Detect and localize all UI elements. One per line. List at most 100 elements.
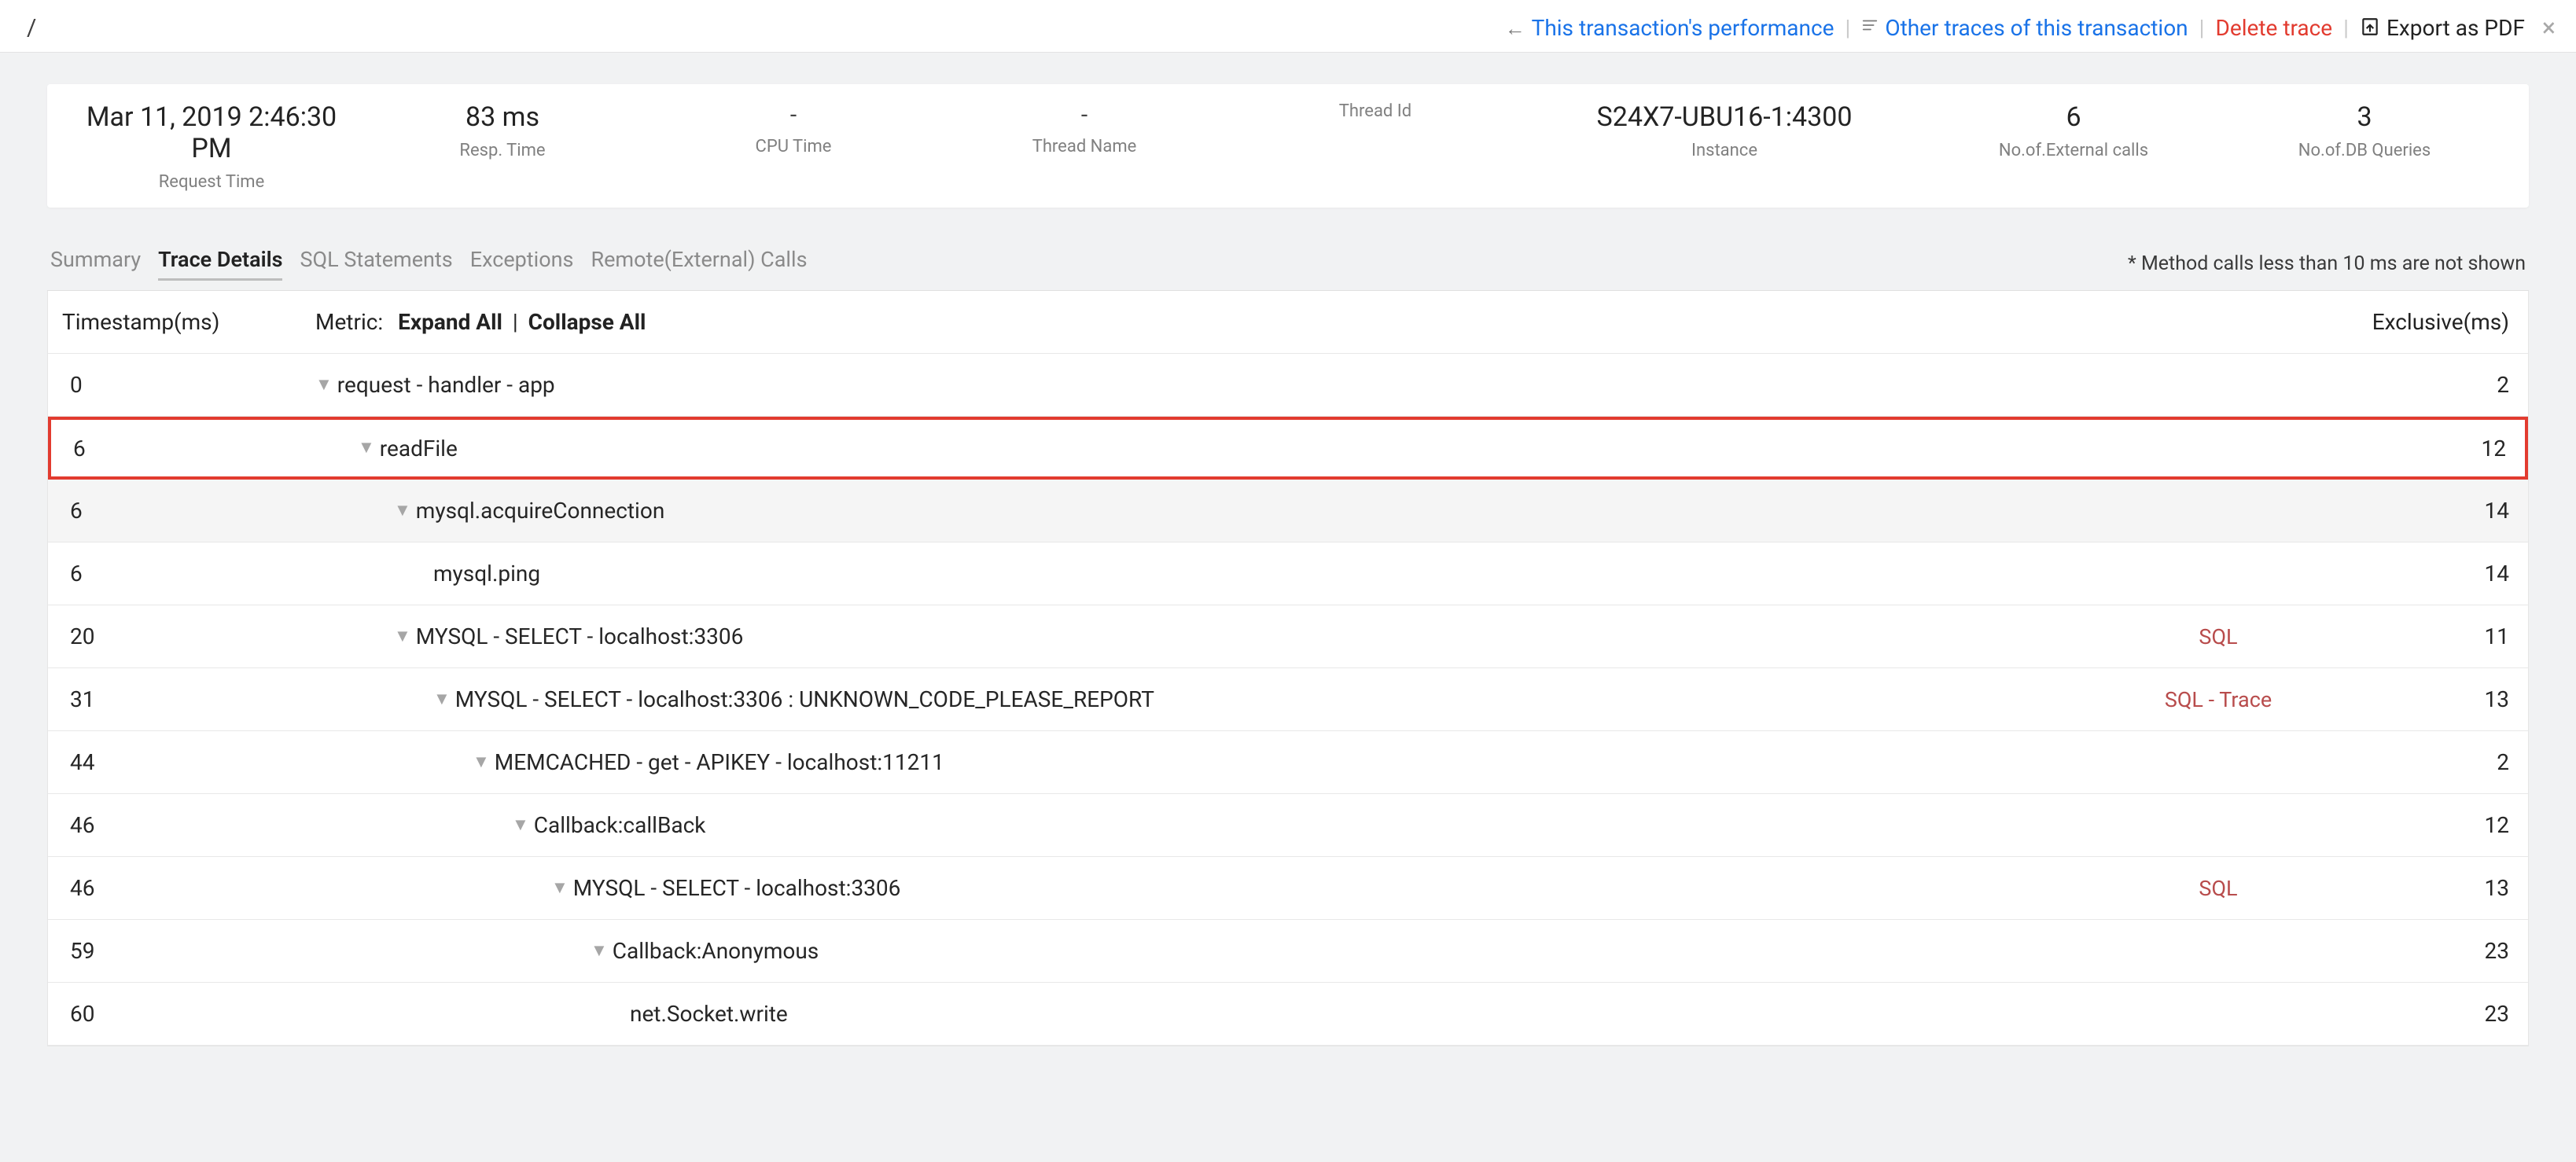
summary-label: No.of.External calls: [1928, 141, 2219, 160]
table-row[interactable]: 20▼MYSQL - SELECT - localhost:3306SQL11: [48, 605, 2528, 668]
collapse-toggle-icon[interactable]: ▼: [473, 752, 490, 772]
cell-tag[interactable]: SQL: [2085, 875, 2352, 901]
separator: |: [507, 309, 524, 335]
summary-external-calls: 6 No.of.External calls: [1928, 101, 2219, 192]
metric-text: readFile: [380, 436, 458, 461]
cell-timestamp: 60: [48, 1001, 315, 1027]
cell-metric: ▼MYSQL - SELECT - localhost:3306: [315, 623, 2085, 649]
collapse-toggle-icon[interactable]: ▼: [358, 437, 375, 458]
export-pdf-link[interactable]: Export as PDF: [2360, 14, 2525, 42]
cell-timestamp: 46: [48, 875, 315, 901]
cell-exclusive: 14: [2352, 498, 2509, 524]
delete-trace-link[interactable]: Delete trace: [2215, 15, 2332, 41]
metric-text: Callback:Anonymous: [613, 938, 819, 964]
cell-metric: ▼MEMCACHED - get - APIKEY - localhost:11…: [315, 749, 2085, 775]
collapse-toggle-icon[interactable]: ▼: [394, 626, 411, 646]
cell-tag[interactable]: SQL - Trace: [2085, 686, 2352, 712]
metric-label: Metric:: [315, 309, 383, 335]
tabs-note: * Method calls less than 10 ms are not s…: [2128, 252, 2526, 275]
metric-text: MYSQL - SELECT - localhost:3306 : UNKNOW…: [455, 686, 1154, 712]
cell-metric: ▼MYSQL - SELECT - localhost:3306: [315, 875, 2085, 901]
summary-thread-id: Thread Id: [1230, 101, 1521, 192]
summary-value: 83 ms: [357, 101, 648, 133]
metric-text: request - handler - app: [337, 372, 555, 398]
cell-exclusive: 13: [2352, 875, 2509, 901]
cell-metric: mysql.ping: [315, 561, 2085, 587]
cell-exclusive: 2: [2352, 749, 2509, 775]
tab-sql-statements[interactable]: SQL Statements: [300, 247, 452, 281]
table-row[interactable]: 44▼MEMCACHED - get - APIKEY - localhost:…: [48, 731, 2528, 794]
table-row[interactable]: 46▼Callback:callBack12: [48, 794, 2528, 857]
cell-tag[interactable]: SQL: [2085, 623, 2352, 649]
summary-value: S24X7-UBU16-1:4300: [1521, 101, 1928, 133]
cell-metric: net.Socket.write: [315, 1001, 2085, 1027]
collapse-all-button[interactable]: Collapse All: [528, 309, 646, 335]
breadcrumb: /: [27, 14, 36, 42]
separator: |: [2199, 15, 2205, 41]
cell-metric: ▼request - handler - app: [315, 372, 2085, 398]
table-row[interactable]: 46▼MYSQL - SELECT - localhost:3306 SQL 13: [48, 857, 2528, 920]
table-row[interactable]: 6▼mysql.acquireConnection14: [48, 480, 2528, 542]
cell-timestamp: 59: [48, 938, 315, 964]
header-timestamp: Timestamp(ms): [48, 309, 315, 335]
tab-trace-details[interactable]: Trace Details: [158, 247, 282, 281]
cell-timestamp: 6: [51, 436, 318, 461]
table-body: 0▼request - handler - app26▼readFile126▼…: [48, 354, 2528, 1046]
expand-all-button[interactable]: Expand All: [398, 309, 502, 335]
sql-link[interactable]: SQL: [2199, 876, 2237, 901]
cell-metric: ▼Callback:callBack: [315, 812, 2085, 838]
tab-remote-calls[interactable]: Remote(External) Calls: [591, 247, 807, 281]
table-row[interactable]: 6▼readFile12: [48, 417, 2528, 480]
cell-timestamp: 20: [48, 623, 315, 649]
metric-text: MYSQL - SELECT - localhost:3306: [416, 623, 744, 649]
collapse-toggle-icon[interactable]: ▼: [394, 500, 411, 520]
separator: |: [1845, 15, 1850, 41]
cell-timestamp: 0: [48, 372, 315, 398]
cell-timestamp: 44: [48, 749, 315, 775]
trace-table: Timestamp(ms) Metric: Expand All | Colla…: [47, 291, 2529, 1046]
content: Mar 11, 2019 2:46:30 PM Request Time 83 …: [0, 53, 2576, 1078]
sql-link[interactable]: SQL: [2199, 624, 2237, 649]
list-icon: [1861, 16, 1879, 39]
link-label: Other traces of this transaction: [1885, 15, 2188, 41]
link-label: Delete trace: [2215, 15, 2332, 41]
collapse-toggle-icon[interactable]: ▼: [591, 940, 608, 961]
summary-value: 3: [2219, 101, 2510, 133]
summary-value: Mar 11, 2019 2:46:30 PM: [66, 101, 357, 164]
cell-metric: ▼MYSQL - SELECT - localhost:3306 : UNKNO…: [315, 686, 2085, 712]
collapse-toggle-icon[interactable]: ▼: [315, 374, 333, 395]
summary-label: No.of.DB Queries: [2219, 141, 2510, 160]
collapse-toggle-icon[interactable]: ▼: [512, 815, 529, 835]
pdf-icon: [2360, 16, 2380, 43]
metric-text: MEMCACHED - get - APIKEY - localhost:112…: [495, 749, 944, 775]
collapse-toggle-icon[interactable]: ▼: [433, 689, 451, 709]
summary-thread-name: - Thread Name: [939, 101, 1230, 192]
other-traces-link[interactable]: Other traces of this transaction: [1861, 15, 2188, 41]
tab-exceptions[interactable]: Exceptions: [470, 247, 574, 281]
summary-db-queries: 3 No.of.DB Queries: [2219, 101, 2510, 192]
arrow-left-icon: ←: [1505, 17, 1525, 41]
cell-timestamp: 6: [48, 561, 315, 587]
tab-summary[interactable]: Summary: [50, 247, 141, 281]
collapse-toggle-icon[interactable]: ▼: [551, 877, 569, 898]
separator: |: [2343, 15, 2349, 41]
table-row[interactable]: 60net.Socket.write23: [48, 983, 2528, 1046]
table-row[interactable]: 31▼MYSQL - SELECT - localhost:3306 : UNK…: [48, 668, 2528, 731]
table-header-row: Timestamp(ms) Metric: Expand All | Colla…: [48, 291, 2528, 354]
summary-label: Thread Id: [1230, 101, 1521, 121]
transaction-performance-link[interactable]: ← This transaction's performance: [1505, 15, 1834, 41]
summary-cpu-time: - CPU Time: [648, 101, 939, 192]
summary-label: Thread Name: [939, 137, 1230, 156]
table-row[interactable]: 0▼request - handler - app2: [48, 354, 2528, 417]
table-row[interactable]: 59 ▼Callback:Anonymous 23: [48, 920, 2528, 983]
summary-label: Instance: [1521, 141, 1928, 160]
table-row[interactable]: 6mysql.ping14: [48, 542, 2528, 605]
summary-resp-time: 83 ms Resp. Time: [357, 101, 648, 192]
sql-link[interactable]: SQL - Trace: [2165, 687, 2272, 712]
link-label: This transaction's performance: [1532, 15, 1834, 41]
summary-instance: S24X7-UBU16-1:4300 Instance: [1521, 101, 1928, 192]
close-button[interactable]: ×: [2536, 13, 2556, 42]
cell-exclusive: 23: [2352, 938, 2509, 964]
summary-value: 6: [1928, 101, 2219, 133]
summary-label: Resp. Time: [357, 141, 648, 160]
